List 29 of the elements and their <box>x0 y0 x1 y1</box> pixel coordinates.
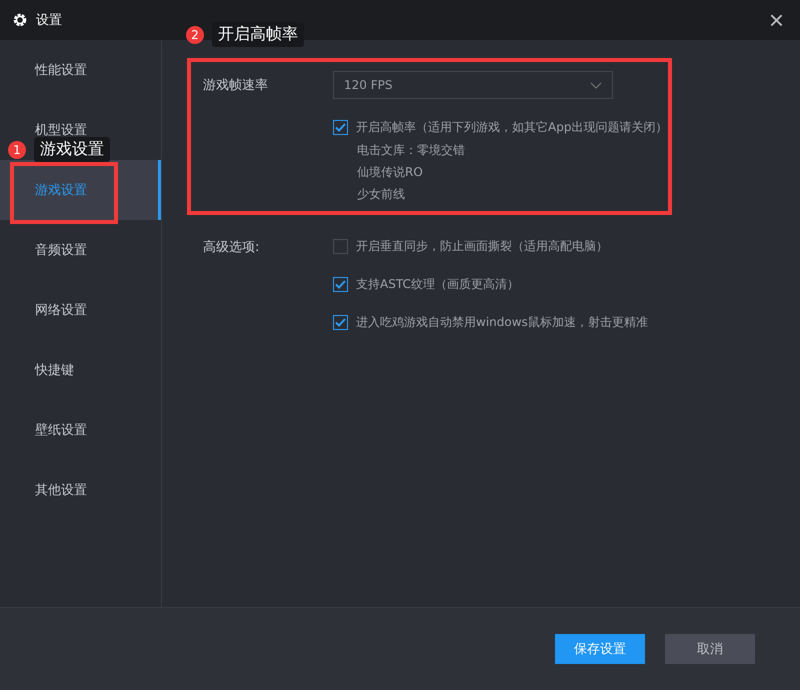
checkbox[interactable] <box>333 277 348 292</box>
sidebar-item[interactable]: 游戏设置 <box>0 160 161 220</box>
game-name: 仙境传说RO <box>357 164 424 180</box>
sidebar-item[interactable]: 壁纸设置 <box>0 400 161 460</box>
advanced-options-label: 高级选项: <box>203 239 260 256</box>
checkbox[interactable] <box>333 120 348 135</box>
step-badge: 1 <box>8 140 26 158</box>
sidebar-item[interactable]: 性能设置 <box>0 40 161 100</box>
checkbox-label: 进入吃鸡游戏自动禁用windows鼠标加速，射击更精准 <box>356 314 648 331</box>
checkbox-label: 支持ASTC纹理（画质更高清） <box>356 276 519 293</box>
game-name: 少女前线 <box>357 186 406 202</box>
settings-icon <box>12 12 28 28</box>
callout-tooltip: 开启高帧率 <box>212 22 304 47</box>
sidebar-item[interactable]: 音频设置 <box>0 220 161 280</box>
close-button[interactable]: × <box>764 7 788 33</box>
checkbox-label: 开启垂直同步，防止画面撕裂（适用高配电脑） <box>356 238 608 255</box>
chevron-down-icon <box>590 82 602 88</box>
checkbox-label: 开启高帧率（适用下列游戏，如其它App出现问题请关闭） <box>356 119 668 136</box>
game-name: 电击文库：零境交错 <box>357 142 466 158</box>
sidebar-item[interactable]: 其他设置 <box>0 460 161 520</box>
callout-tooltip: 游戏设置 <box>34 137 110 162</box>
sidebar-item[interactable]: 网络设置 <box>0 280 161 340</box>
sidebar-item[interactable]: 快捷键 <box>0 340 161 400</box>
cancel-button[interactable]: 取消 <box>665 634 755 664</box>
checkbox[interactable] <box>333 315 348 330</box>
window-title: 设置 <box>36 12 63 29</box>
frame-rate-label: 游戏帧速率 <box>203 77 269 94</box>
checkbox[interactable] <box>333 239 348 254</box>
frame-rate-select[interactable]: 120 FPS <box>333 71 613 99</box>
